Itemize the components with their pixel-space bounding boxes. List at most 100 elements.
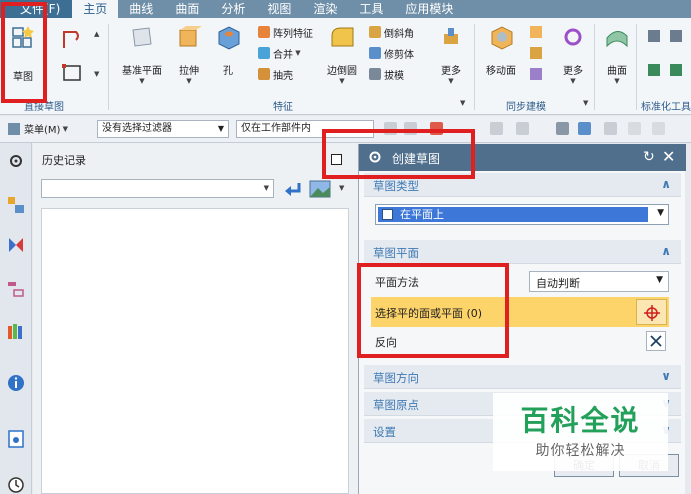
standard-group-label: 标准化工具 <box>641 102 691 113</box>
snap-icon-7[interactable] <box>578 122 591 135</box>
standard-tool-icon-2[interactable] <box>668 28 684 44</box>
section-sketch-origin-label: 草图原点 <box>373 398 419 412</box>
menu-render-tab[interactable]: 渲染 <box>302 0 348 18</box>
arc-icon[interactable] <box>60 28 84 50</box>
palette-dropdown-icon[interactable]: ▼ <box>339 184 344 192</box>
menu-surface-tab[interactable]: 曲面 <box>164 0 210 18</box>
reverse-direction-button[interactable] <box>646 331 666 351</box>
standard-tool-icon-3[interactable] <box>646 62 662 78</box>
history-filter-dropdown[interactable]: ▼ <box>41 179 274 198</box>
menu-tools-tab[interactable]: 工具 <box>348 0 394 18</box>
crosshair-button[interactable] <box>636 299 667 325</box>
part-navigator-icon[interactable] <box>6 279 26 299</box>
more-features-button[interactable]: 更多 ▼ <box>438 24 464 85</box>
selection-filter-dropdown[interactable]: 没有选择过滤器 ▼ <box>97 120 229 138</box>
crosshair-icon <box>644 305 660 321</box>
on-plane-icon <box>382 209 393 220</box>
assembly-navigator-icon[interactable] <box>6 195 26 215</box>
snap-icon-3[interactable] <box>430 122 443 135</box>
web-browser-icon[interactable] <box>6 429 26 449</box>
selection-scope-dropdown[interactable]: 仅在工作部件内 <box>236 120 374 138</box>
menu-home-tab[interactable]: 主页 <box>72 0 119 18</box>
extrude-label: 拉伸 <box>179 66 199 77</box>
trim-body-label: 修剪体 <box>384 49 414 61</box>
history-list[interactable] <box>41 208 349 494</box>
sync-icon-1[interactable] <box>528 24 544 40</box>
menu-view-tab[interactable]: 视图 <box>256 0 302 18</box>
snap-icon-8[interactable] <box>604 122 617 135</box>
draft-label: 拔模 <box>384 70 404 82</box>
reverse-direction-icon <box>650 335 662 347</box>
history-title: 历史记录 <box>42 154 86 167</box>
palette-image-icon[interactable] <box>309 179 331 199</box>
sketch-type-value: 在平面上 <box>400 208 444 221</box>
select-face-row[interactable]: 选择平的面或平面 (0) <box>371 297 669 327</box>
scroll-up-icon[interactable]: ▲ <box>94 30 99 38</box>
history-clock-icon[interactable] <box>6 475 26 494</box>
snap-icon-6[interactable] <box>556 122 569 135</box>
move-face-icon <box>491 26 513 50</box>
reset-icon[interactable]: ↻ <box>643 149 655 165</box>
menu-apps-tab[interactable]: 应用模块 <box>394 0 464 18</box>
rectangle-icon[interactable] <box>60 62 84 84</box>
menu-icon <box>8 122 20 135</box>
pattern-feature-icon <box>258 26 270 38</box>
sketch-button[interactable]: 草图 <box>10 24 36 83</box>
section-sketch-orientation[interactable]: 草图方向 ∨ <box>364 365 681 389</box>
dialog-gear-icon[interactable] <box>368 150 382 164</box>
menu-bar: 文件(F) 主页 曲线 曲面 分析 视图 渲染 工具 应用模块 <box>0 0 691 18</box>
standard-tool-icon-1[interactable] <box>646 28 662 44</box>
snap-icon-1[interactable] <box>384 122 397 135</box>
scroll-down-icon[interactable]: ▼ <box>94 70 99 78</box>
extrude-button[interactable]: 拉伸 ▼ <box>176 24 202 85</box>
reuse-library-icon[interactable] <box>6 321 26 341</box>
sync-icon-3[interactable] <box>528 66 544 82</box>
standard-tool-icon-4[interactable] <box>668 62 684 78</box>
plane-method-dropdown[interactable]: 自动判断 ▼ <box>529 271 669 292</box>
pattern-feature-label: 阵列特征 <box>273 28 313 40</box>
sketch-type-dropdown[interactable]: 在平面上 ▼ <box>375 204 669 225</box>
menu-curve-tab[interactable]: 曲线 <box>118 0 164 18</box>
more-features-label: 更多 <box>441 66 461 77</box>
edge-blend-button[interactable]: 边倒圆 ▼ <box>327 24 357 85</box>
constraint-navigator-icon[interactable] <box>6 235 26 255</box>
snap-icon-2[interactable] <box>404 122 417 135</box>
menu-button[interactable]: 菜单(M) ▼ <box>8 121 68 136</box>
sync-icon-2[interactable] <box>528 45 544 61</box>
chamfer-button[interactable]: 倒斜角 <box>369 24 414 40</box>
snap-icon-5[interactable] <box>516 122 529 135</box>
more-sync-button[interactable]: 更多 ▼ <box>560 24 586 85</box>
more-features-icon <box>444 28 458 44</box>
feature-group-expand[interactable]: ▼ <box>460 99 465 107</box>
surface-button[interactable]: 曲面 ▼ <box>604 24 630 85</box>
snap-icon-10[interactable] <box>652 122 665 135</box>
snap-icon-9[interactable] <box>628 122 641 135</box>
collapse-icon: ∧ <box>661 244 671 258</box>
info-icon[interactable] <box>6 373 26 393</box>
unite-button[interactable]: 合并 ▼ <box>258 45 301 61</box>
selection-toolbar: 菜单(M) ▼ 没有选择过滤器 ▼ 仅在工作部件内 <box>0 116 691 143</box>
back-arrow-icon[interactable] <box>283 179 303 199</box>
menu-analysis-tab[interactable]: 分析 <box>210 0 256 18</box>
trim-body-button[interactable]: 修剪体 <box>369 45 414 61</box>
sync-group-expand[interactable]: ▼ <box>583 99 588 107</box>
unite-icon <box>258 47 270 59</box>
snap-icon-4[interactable] <box>490 122 503 135</box>
menu-file[interactable]: 文件(F) <box>0 0 73 18</box>
pattern-feature-button[interactable]: 阵列特征 <box>258 24 313 40</box>
maximize-icon[interactable] <box>331 154 342 165</box>
section-sketch-orientation-label: 草图方向 <box>373 371 419 385</box>
settings-gear-icon[interactable] <box>6 151 26 171</box>
datum-plane-button[interactable]: 基准平面 ▼ <box>122 24 162 85</box>
chamfer-icon <box>369 26 381 38</box>
hole-button[interactable]: 孔 <box>215 24 241 77</box>
section-sketch-type[interactable]: 草图类型 ∧ <box>364 173 681 197</box>
edge-blend-icon <box>331 27 354 47</box>
close-icon[interactable]: ✕ <box>662 147 675 166</box>
section-sketch-plane[interactable]: 草图平面 ∧ <box>364 240 681 264</box>
surface-label: 曲面 <box>607 66 627 77</box>
draft-button[interactable]: 拔模 <box>369 66 404 82</box>
move-face-button[interactable]: 移动面 <box>486 24 516 77</box>
direct-sketch-group-label: 直接草图 <box>24 102 64 113</box>
shell-button[interactable]: 抽壳 <box>258 66 293 82</box>
